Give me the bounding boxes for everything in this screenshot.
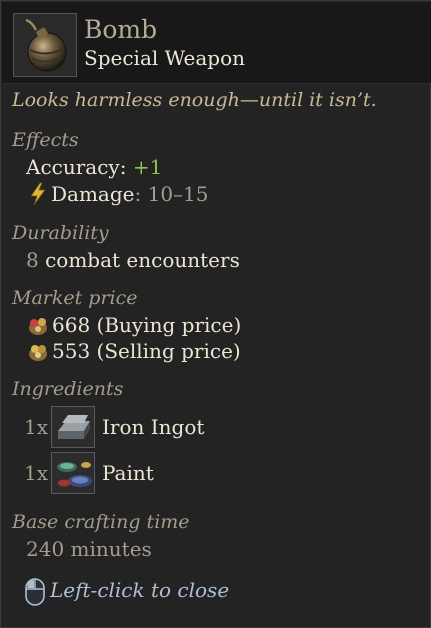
ingredient-name: Paint [102,461,154,485]
lightning-icon [30,182,46,206]
damage-colon: : [134,182,148,206]
accuracy-value: +1 [132,155,163,179]
item-tooltip: Bomb Special Weapon Looks harmless enoug… [0,0,431,628]
ingredient-qty: 1x [24,415,49,439]
crafting-time-heading: Base crafting time [12,511,190,533]
coin-pouch-icon [29,318,47,335]
damage-stat: Damage: 10–15 [51,182,209,206]
accuracy-stat: Accuracy: +1 [26,155,162,179]
damage-label: Damage [51,182,135,206]
coin-pouch-icon [29,345,47,361]
ingredients-heading: Ingredients [12,378,124,400]
durability-unit: combat encounters [45,248,240,272]
close-hint[interactable]: Left-click to close [50,578,229,602]
flavor-text: Looks harmless enough—until it isn’t. [12,89,377,111]
item-title: Bomb [84,15,158,44]
buying-price: 668 (Buying price) [52,313,242,337]
paint-icon [51,452,95,494]
mouse-icon [25,578,45,606]
durability-value: 8 [26,248,39,272]
durability-stat: 8 combat encounters [26,248,240,272]
tooltip-header: Bomb Special Weapon [2,2,431,84]
damage-value: 10–15 [147,182,209,206]
ingredient-name: Iron Ingot [102,415,205,439]
durability-heading: Durability [12,222,109,244]
accuracy-colon: : [119,155,133,179]
ingredient-qty: 1x [24,461,49,485]
accuracy-label: Accuracy [26,155,120,179]
effects-heading: Effects [12,129,79,151]
selling-price: 553 (Selling price) [52,339,241,363]
crafting-time-value: 240 minutes [26,537,152,561]
market-price-heading: Market price [12,287,138,309]
bomb-icon [13,13,77,77]
iron-ingot-icon [51,406,95,448]
item-type: Special Weapon [84,46,246,70]
